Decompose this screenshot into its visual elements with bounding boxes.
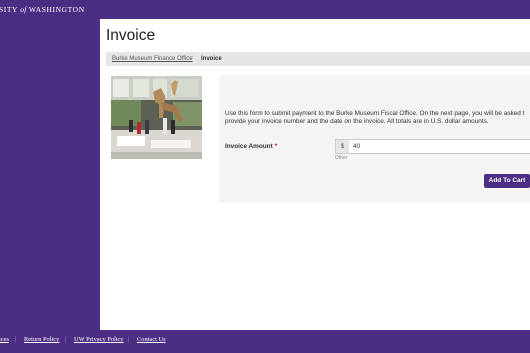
- invoice-amount-input[interactable]: 40: [349, 139, 530, 154]
- wordmark-of: of: [20, 5, 27, 14]
- invoice-form-panel: Use this form to submit payment to the B…: [219, 75, 530, 202]
- breadcrumb: Burke Museum Finance Office / Invoice: [106, 52, 530, 66]
- top-bar: SITY of WASHINGTON: [0, 0, 530, 18]
- breadcrumb-separator: /: [191, 56, 193, 62]
- breadcrumb-current: Invoice: [201, 56, 222, 62]
- amount-help-text: Other: [335, 155, 348, 161]
- content-card: Invoice Burke Museum Finance Office / In…: [100, 19, 530, 330]
- uw-wordmark-logo[interactable]: SITY of WASHINGTON: [0, 5, 85, 14]
- form-intro-text: Use this form to submit payment to the B…: [225, 110, 525, 126]
- wordmark-prefix: SITY: [0, 5, 18, 14]
- add-to-cart-button[interactable]: Add To Cart: [484, 174, 530, 188]
- footer-link-services[interactable]: ices: [0, 336, 9, 343]
- footer-link-contact-us[interactable]: Contact Us: [137, 336, 166, 343]
- footer-link-return-policy[interactable]: Return Policy: [24, 336, 59, 343]
- footer-separator: |: [65, 336, 67, 343]
- footer-link-uw-privacy-policy[interactable]: UW Privacy Policy: [74, 336, 124, 343]
- wordmark-suffix: WASHINGTON: [28, 5, 85, 14]
- footer-separator: |: [15, 336, 17, 343]
- required-asterisk: *: [274, 143, 278, 150]
- invoice-amount-label-text: Invoice Amount: [225, 143, 273, 150]
- page-title: Invoice: [106, 27, 156, 44]
- invoice-amount-label: Invoice Amount *: [225, 143, 277, 150]
- footer-separator: |: [128, 336, 130, 343]
- currency-addon: $: [335, 139, 350, 154]
- museum-photo: [111, 76, 202, 159]
- museum-photo-illustration: [111, 76, 202, 159]
- footer: ices | Return Policy | UW Privacy Policy…: [0, 330, 530, 353]
- breadcrumb-link-finance-office[interactable]: Burke Museum Finance Office: [112, 52, 193, 66]
